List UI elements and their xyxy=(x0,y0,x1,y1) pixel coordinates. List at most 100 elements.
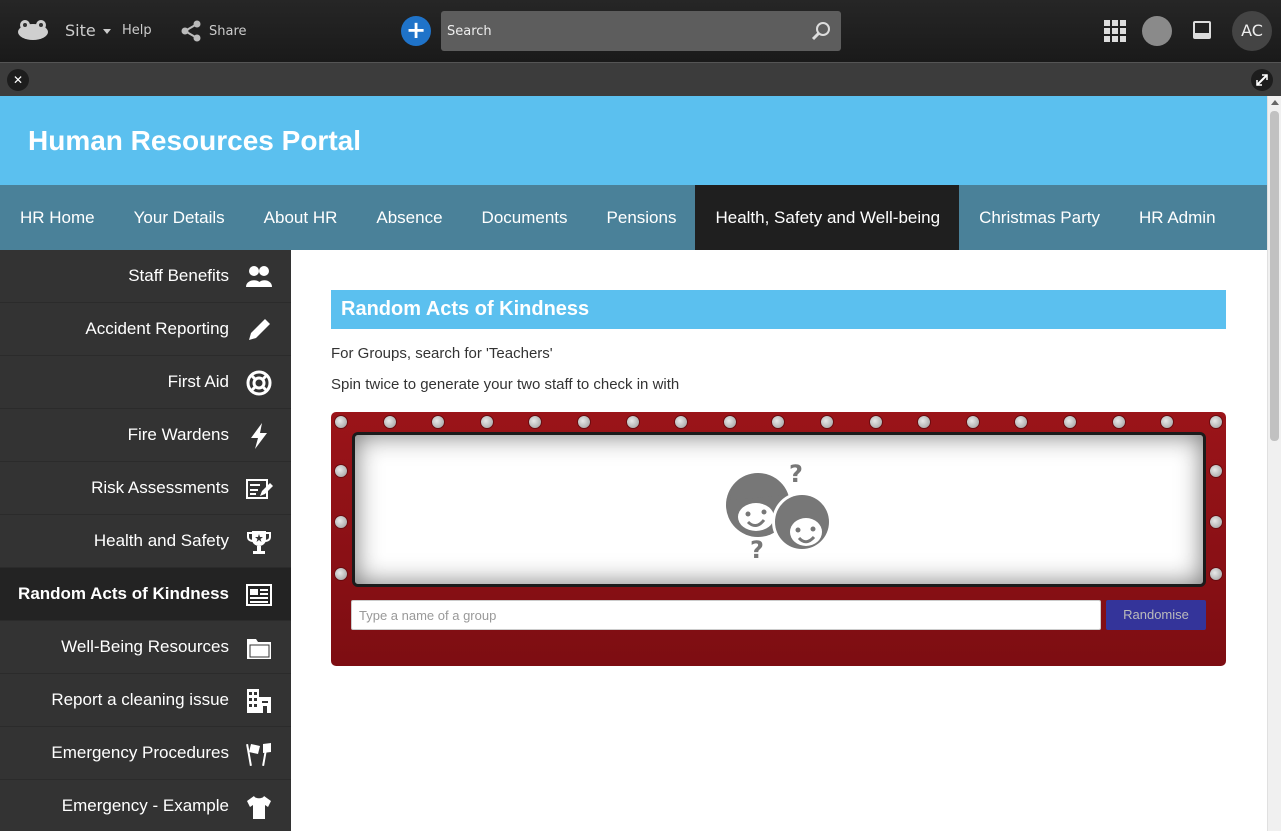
flags-icon xyxy=(246,743,271,767)
trophy-icon xyxy=(247,531,271,554)
page-title: Human Resources Portal xyxy=(28,125,361,156)
sidebar-item-label: Emergency - Example xyxy=(61,796,229,815)
tab-hr-admin[interactable]: HR Admin xyxy=(1119,185,1235,250)
site-menu[interactable]: Site xyxy=(65,21,111,40)
instruction-text: Spin twice to generate your two staff to… xyxy=(331,376,680,393)
sidebar-item-label: Random Acts of Kindness xyxy=(18,584,229,603)
newspaper-icon xyxy=(246,584,272,606)
group-input-placeholder: Type a name of a group xyxy=(359,608,497,623)
scroll-up-icon[interactable] xyxy=(1271,100,1279,105)
svg-text:?: ? xyxy=(789,460,803,488)
marquee-bulb xyxy=(917,415,932,429)
lifebuoy-icon xyxy=(246,370,272,396)
marquee-bulb xyxy=(1063,415,1077,429)
group-name-input[interactable]: Type a name of a group xyxy=(351,600,1101,630)
apps-grid-icon[interactable] xyxy=(1104,20,1126,42)
marquee-bulb xyxy=(1014,415,1029,429)
marquee-bulb xyxy=(528,415,543,429)
close-button[interactable]: ✕ xyxy=(7,69,29,91)
search-icon[interactable] xyxy=(811,21,831,41)
tab-documents[interactable]: Documents xyxy=(462,185,587,250)
randomiser-display: ? ? xyxy=(352,432,1206,587)
tab-your-details[interactable]: Your Details xyxy=(114,185,244,250)
sidebar-item-label: Well-Being Resources xyxy=(61,637,229,656)
sidebar-item-health-and-safety[interactable]: Health and Safety xyxy=(0,515,291,568)
page-toolbar: ✕ xyxy=(0,62,1281,96)
marquee-bulb xyxy=(334,464,348,478)
site-menu-label: Site xyxy=(65,21,96,40)
tab-about-hr[interactable]: About HR xyxy=(244,185,357,250)
tab-hr-home[interactable]: HR Home xyxy=(0,185,114,250)
plus-icon: + xyxy=(405,16,427,44)
sidebar-item-label: Fire Wardens xyxy=(127,425,229,444)
marquee-bulb xyxy=(382,415,397,429)
marquee-bulb xyxy=(965,415,980,429)
sidebar-item-emergency-procedures[interactable]: Emergency Procedures xyxy=(0,727,291,780)
instruction-text: For Groups, search for 'Teachers' xyxy=(331,345,553,362)
scroll-thumb[interactable] xyxy=(1270,111,1279,441)
folder-icon xyxy=(247,639,271,659)
sidebar-item-random-acts-of-kindness[interactable]: Random Acts of Kindness xyxy=(0,568,291,621)
page-scrollbar[interactable] xyxy=(1267,96,1281,831)
marquee-bulb xyxy=(1160,415,1175,429)
inbox-icon[interactable] xyxy=(1192,20,1212,40)
tab-health-safety-wellbeing[interactable]: Health, Safety and Well-being xyxy=(695,185,960,250)
sidebar-item-well-being-resources[interactable]: Well-Being Resources xyxy=(0,621,291,674)
form-edit-icon xyxy=(246,479,273,499)
sidebar-item-label: Emergency Procedures xyxy=(51,743,229,762)
marquee-bulb xyxy=(1208,415,1223,429)
share-icon xyxy=(181,20,201,42)
sidebar-item-fire-wardens[interactable]: Fire Wardens xyxy=(0,409,291,462)
user-avatar[interactable]: AC xyxy=(1232,11,1272,51)
marquee-bulb xyxy=(334,567,348,581)
top-bar: Site Help Share + Search AC xyxy=(0,0,1281,62)
tab-absence[interactable]: Absence xyxy=(356,185,461,250)
sidebar-item-emergency-example[interactable]: Emergency - Example xyxy=(0,780,291,831)
confused-faces-icon: ? ? xyxy=(726,460,832,560)
close-icon: ✕ xyxy=(12,73,24,87)
sidebar-item-label: Health and Safety xyxy=(93,531,229,550)
tab-christmas-party[interactable]: Christmas Party xyxy=(959,185,1119,250)
panel-title: Random Acts of Kindness xyxy=(331,290,1226,329)
marquee-bulb xyxy=(820,415,834,429)
marquee-bulb xyxy=(868,415,883,429)
marquee-bulb xyxy=(625,415,640,429)
tab-pensions[interactable]: Pensions xyxy=(587,185,696,250)
svg-text:?: ? xyxy=(750,536,764,560)
sidebar-item-label: Accident Reporting xyxy=(85,319,229,338)
share-label: Share xyxy=(209,23,247,39)
marquee-bulb xyxy=(334,515,348,529)
marquee-bulb xyxy=(431,415,446,429)
marquee-bulb xyxy=(1209,515,1223,529)
main-nav: HR Home Your Details About HR Absence Do… xyxy=(0,185,1267,250)
marquee-bulb xyxy=(334,415,348,429)
marquee-bulb xyxy=(577,415,591,429)
marquee-bulb xyxy=(722,415,737,429)
sidebar-item-staff-benefits[interactable]: Staff Benefits xyxy=(0,250,291,303)
marquee-bulb xyxy=(1209,464,1223,478)
tshirt-icon xyxy=(247,796,271,819)
marquee-bulb xyxy=(1111,415,1126,429)
collapse-button[interactable] xyxy=(1251,69,1273,91)
building-icon xyxy=(247,689,271,713)
marquee-bulb xyxy=(1209,567,1223,581)
sidebar-item-first-aid[interactable]: First Aid xyxy=(0,356,291,409)
marquee-bulb xyxy=(479,415,494,429)
sidebar-item-label: Staff Benefits xyxy=(128,266,229,285)
share-button[interactable]: Share xyxy=(180,19,247,43)
randomiser-widget: ? ? Type a name of a group Randomise xyxy=(331,412,1226,666)
frog-logo-icon[interactable] xyxy=(16,18,50,42)
sidebar: Staff Benefits Accident Reporting First … xyxy=(0,250,291,831)
help-link[interactable]: Help xyxy=(122,23,152,38)
search-input[interactable]: Search xyxy=(441,11,841,51)
marquee-bulb xyxy=(771,415,786,429)
randomise-button[interactable]: Randomise xyxy=(1106,600,1206,630)
lightning-icon xyxy=(251,423,267,449)
add-button[interactable]: + xyxy=(401,16,431,46)
pencil-icon xyxy=(249,319,270,340)
users-icon xyxy=(246,266,272,287)
status-avatar[interactable] xyxy=(1142,16,1172,46)
sidebar-item-report-cleaning-issue[interactable]: Report a cleaning issue xyxy=(0,674,291,727)
sidebar-item-accident-reporting[interactable]: Accident Reporting xyxy=(0,303,291,356)
sidebar-item-risk-assessments[interactable]: Risk Assessments xyxy=(0,462,291,515)
